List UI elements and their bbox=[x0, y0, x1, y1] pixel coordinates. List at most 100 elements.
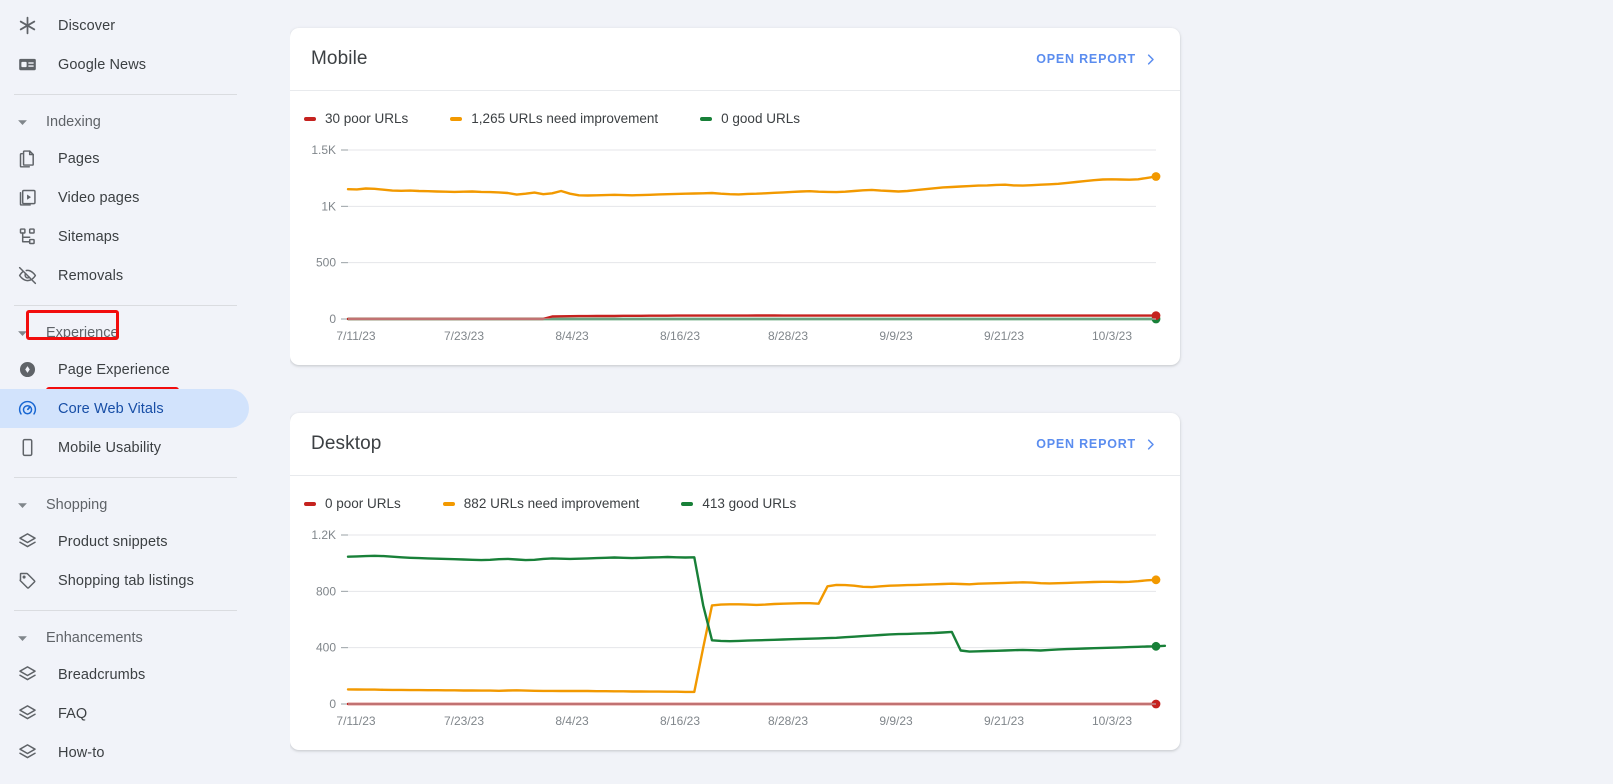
svg-text:7/23/23: 7/23/23 bbox=[444, 329, 484, 343]
legend-label: 30 poor URLs bbox=[325, 111, 409, 126]
svg-text:8/28/23: 8/28/23 bbox=[768, 714, 808, 728]
open-report-link[interactable]: OPEN REPORT bbox=[1036, 52, 1158, 67]
svg-text:8/28/23: 8/28/23 bbox=[768, 329, 808, 343]
svg-text:8/16/23: 8/16/23 bbox=[660, 714, 700, 728]
sidebar-item-removals[interactable]: Removals bbox=[0, 256, 290, 295]
card-header: Mobile OPEN REPORT bbox=[290, 28, 1180, 91]
legend-item-poor[interactable]: 0 poor URLs bbox=[304, 496, 401, 511]
sidebar: Discover Google News Indexing Pages Video pa… bbox=[0, 0, 290, 784]
legend-item-good[interactable]: 0 good URLs bbox=[700, 111, 800, 126]
sidebar-group-label: Shopping bbox=[46, 497, 108, 513]
sidebar-item-label: How-to bbox=[58, 744, 105, 761]
sidebar-item-breadcrumbs[interactable]: Breadcrumbs bbox=[0, 655, 290, 694]
sidebar-item-sitemaps[interactable]: Sitemaps bbox=[0, 217, 290, 256]
card-header: Desktop OPEN REPORT bbox=[290, 413, 1180, 476]
open-report-link[interactable]: OPEN REPORT bbox=[1036, 437, 1158, 452]
app-root: Discover Google News Indexing Pages Video pa… bbox=[0, 0, 1613, 784]
card-mobile: Mobile OPEN REPORT 30 poor URLs 1,265 URLs … bbox=[290, 28, 1180, 365]
svg-text:0: 0 bbox=[329, 697, 336, 711]
sidebar-item-label: Google News bbox=[58, 56, 147, 73]
sidebar-item-label: Discover bbox=[58, 17, 116, 34]
card-title: Desktop bbox=[311, 433, 382, 454]
tag-icon bbox=[14, 568, 40, 594]
sidebar-item-label: Removals bbox=[58, 267, 124, 284]
news-card-icon bbox=[14, 52, 40, 78]
svg-text:10/3/23: 10/3/23 bbox=[1092, 329, 1132, 343]
sidebar-item-label: FAQ bbox=[58, 705, 88, 722]
sidebar-item-label: Page Experience bbox=[58, 361, 170, 378]
open-report-label: OPEN REPORT bbox=[1036, 52, 1136, 66]
chevron-right-icon bbox=[1143, 437, 1158, 452]
sidebar-item-product-snippets[interactable]: Product snippets bbox=[0, 522, 290, 561]
sidebar-item-page-experience[interactable]: Page Experience bbox=[0, 350, 290, 389]
caret-down-icon[interactable] bbox=[14, 328, 30, 339]
chart-mobile: 0 500 1K 1.5K 7/11/23 7/23/23 8/4/23 8/16/23 8/2… bbox=[311, 143, 1161, 343]
sitemap-icon bbox=[14, 224, 40, 250]
sidebar-item-pages[interactable]: Pages bbox=[0, 139, 290, 178]
sidebar-group-indexing[interactable]: Indexing bbox=[0, 105, 290, 139]
sidebar-item-faq[interactable]: FAQ bbox=[0, 694, 290, 733]
sidebar-item-label: Core Web Vitals bbox=[58, 400, 164, 417]
svg-text:7/23/23: 7/23/23 bbox=[444, 714, 484, 728]
svg-text:9/9/23: 9/9/23 bbox=[879, 329, 913, 343]
chart-series-line bbox=[346, 175, 1158, 197]
svg-text:10/3/23: 10/3/23 bbox=[1092, 714, 1132, 728]
sidebar-group-enhancements[interactable]: Enhancements bbox=[0, 621, 290, 655]
chart-legend: 30 poor URLs 1,265 URLs need improvement 0… bbox=[290, 91, 1180, 126]
sidebar-group-experience[interactable]: Experience bbox=[0, 316, 290, 350]
main-content: Mobile OPEN REPORT 30 poor URLs 1,265 URLs … bbox=[290, 0, 1613, 784]
chart-series-endpoint bbox=[1151, 172, 1161, 181]
legend-color-swatch bbox=[442, 501, 455, 506]
svg-text:400: 400 bbox=[316, 641, 336, 655]
svg-text:500: 500 bbox=[316, 256, 336, 270]
sidebar-item-discover[interactable]: Discover bbox=[0, 6, 290, 45]
caret-down-icon[interactable] bbox=[14, 633, 30, 644]
svg-text:9/21/23: 9/21/23 bbox=[984, 714, 1024, 728]
caret-down-icon[interactable] bbox=[14, 117, 30, 128]
chart-desktop: 0 400 800 1.2K 7/11/23 7/23/23 8/4/23 8/16/23 8/… bbox=[311, 528, 1167, 728]
sidebar-item-core-web-vitals[interactable]: Core Web Vitals bbox=[0, 389, 249, 428]
layers-icon bbox=[14, 740, 40, 766]
chart-legend: 0 poor URLs 882 URLs need improvement 413 … bbox=[290, 476, 1180, 511]
sidebar-group-label: Experience bbox=[46, 325, 119, 341]
legend-item-good[interactable]: 413 good URLs bbox=[681, 496, 796, 511]
chevron-right-icon bbox=[1143, 52, 1158, 67]
sidebar-divider bbox=[14, 610, 237, 611]
chart-container: 0 500 1K 1.5K 7/11/23 7/23/23 8/4/23 8/16/23 8/2… bbox=[290, 126, 1180, 365]
legend-label: 413 good URLs bbox=[702, 496, 797, 511]
sidebar-item-mobile-usability[interactable]: Mobile Usability bbox=[0, 428, 290, 467]
chart-series-endpoint bbox=[1151, 641, 1161, 651]
card-desktop: Desktop OPEN REPORT 0 poor URLs 882 URLs ne… bbox=[290, 413, 1180, 750]
chart-series-endpoint bbox=[1151, 575, 1161, 585]
video-icon bbox=[14, 185, 40, 211]
sidebar-item-label: Shopping tab listings bbox=[58, 572, 194, 589]
legend-label: 0 good URLs bbox=[721, 111, 800, 126]
legend-item-needs-improvement[interactable]: 1,265 URLs need improvement bbox=[450, 111, 658, 126]
legend-color-swatch bbox=[304, 501, 316, 506]
sidebar-item-google-news[interactable]: Google News bbox=[0, 45, 290, 84]
card-title: Mobile bbox=[311, 48, 368, 69]
svg-text:1.5K: 1.5K bbox=[311, 143, 336, 157]
legend-item-poor[interactable]: 30 poor URLs bbox=[304, 111, 408, 126]
svg-text:9/9/23: 9/9/23 bbox=[879, 714, 913, 728]
svg-text:800: 800 bbox=[316, 584, 336, 598]
svg-text:8/4/23: 8/4/23 bbox=[555, 329, 589, 343]
svg-text:1.2K: 1.2K bbox=[311, 528, 336, 542]
svg-text:9/21/23: 9/21/23 bbox=[984, 329, 1024, 343]
legend-color-swatch bbox=[450, 116, 463, 121]
svg-text:8/4/23: 8/4/23 bbox=[555, 714, 589, 728]
page-experience-icon bbox=[14, 357, 40, 383]
svg-text:1K: 1K bbox=[321, 199, 336, 213]
sidebar-group-shopping[interactable]: Shopping bbox=[0, 488, 290, 522]
layers-icon bbox=[14, 662, 40, 688]
legend-label: 882 URLs need improvement bbox=[463, 496, 640, 511]
sidebar-item-how-to[interactable]: How-to bbox=[0, 733, 290, 772]
caret-down-icon[interactable] bbox=[14, 500, 30, 511]
legend-label: 1,265 URLs need improvement bbox=[471, 111, 659, 126]
legend-item-needs-improvement[interactable]: 882 URLs need improvement bbox=[442, 496, 640, 511]
sidebar-item-shopping-tab[interactable]: Shopping tab listings bbox=[0, 561, 290, 600]
sidebar-item-label: Mobile Usability bbox=[58, 439, 162, 456]
sidebar-item-video-pages[interactable]: Video pages bbox=[0, 178, 290, 217]
legend-color-swatch bbox=[681, 501, 694, 506]
legend-label: 0 poor URLs bbox=[325, 496, 401, 511]
